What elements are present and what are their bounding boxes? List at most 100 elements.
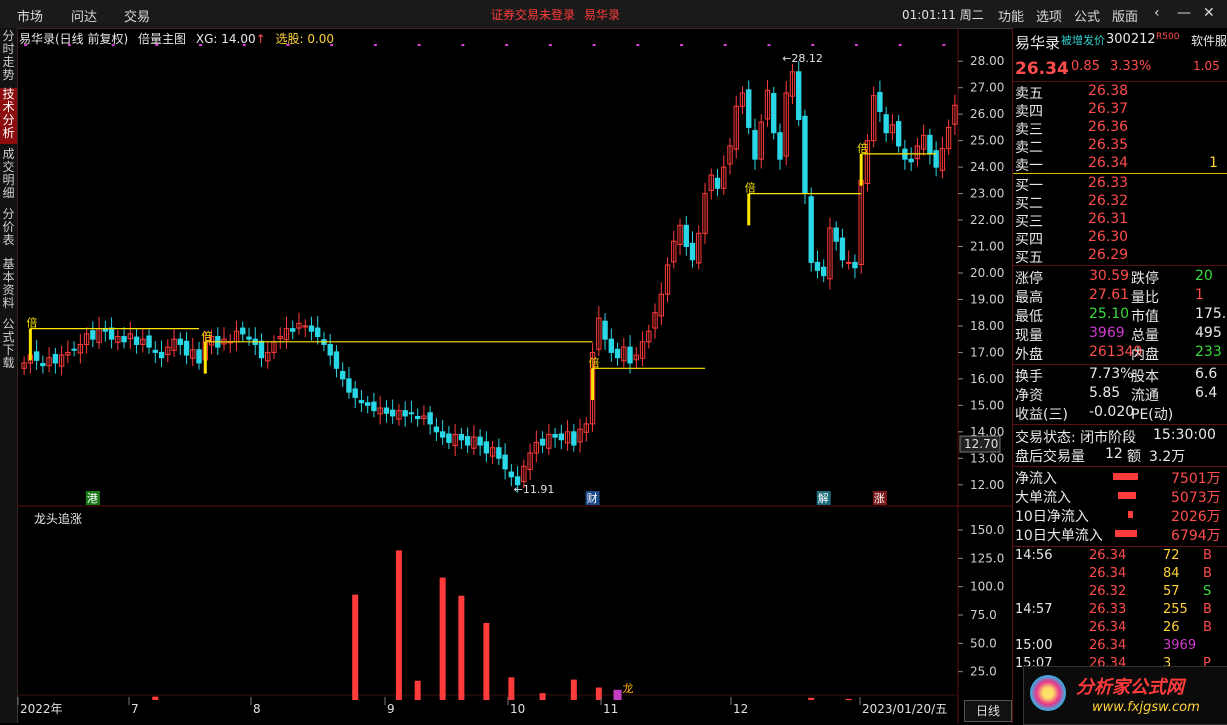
stock-code: 300212 [1106,32,1156,47]
stat-label: 内盘 [1131,347,1159,363]
candle-body [40,363,46,367]
tab-trades[interactable]: 成交明细 [0,148,17,204]
menu-layout[interactable]: 版面 [1112,6,1138,25]
tick-volume: 72 [1163,548,1180,563]
candle-body [714,177,721,189]
logo-url: www.fxjgsw.com [1092,700,1200,715]
stat-label: 净资 [1015,388,1043,404]
separator [1013,265,1227,266]
candle-body [833,227,839,242]
stat-value: 25.10 [1089,306,1130,322]
ask-row: 卖二 26.35 [1013,137,1227,156]
menu-trade[interactable]: 交易 [124,6,150,25]
candle-body [308,325,315,332]
y-tick-label: 15.00 [970,398,1004,412]
candle-body [352,388,358,398]
stat-label: 最高 [1015,290,1043,306]
tab-fundamentals[interactable]: 基本资料 [0,258,17,314]
close-icon[interactable]: ✕ [1203,5,1215,21]
bid-row: 买二 26.32 [1013,193,1227,212]
candle-body [340,370,346,380]
flow-bar [1113,473,1138,480]
tick-price: 26.32 [1089,584,1127,599]
flow-value: 2026万 [1171,509,1221,525]
candle-body [883,114,889,134]
candle-body [433,426,440,433]
tab-technical[interactable]: 技术分析 [0,88,17,144]
bid-price: 26.32 [1088,193,1129,209]
candle-body [52,354,59,364]
y-tick-label: 16.00 [970,372,1004,386]
kline-chart-area[interactable]: 28.00 27.00 26.00 25.00 24.00 23.00 22.00 21.00… [17,28,1012,723]
sub-chart-marker-bar [613,689,622,700]
sub-chart-marker-label: 龙 [623,682,634,695]
candle-body [133,336,140,345]
stat-row: 收益(三) -0.020 PE(动) [1013,404,1227,423]
x-axis-label: 7 [131,702,139,716]
price-tag-value: 12.70 [964,437,998,451]
price-change-pct: 3.33% [1110,59,1152,74]
flow-label: 净流入 [1015,471,1057,487]
sub-indicator-title: 龙头追涨 [34,510,82,527]
menu-options[interactable]: 选项 [1036,6,1062,25]
ask-price: 26.34 [1088,155,1129,171]
tab-formula-download[interactable]: 公式下载 [0,318,17,374]
ask-label: 卖五 [1015,86,1043,102]
tab-intraday[interactable]: 分时走势 [0,30,17,84]
ask-price: 26.35 [1088,137,1129,153]
menu-formula[interactable]: 公式 [1074,6,1100,25]
candle-body [346,378,352,393]
watermark-logo: 分析家公式网 www.fxjgsw.com [1023,666,1227,725]
event-marker-label: 财 [587,491,598,505]
tick-price: 26.34 [1089,638,1127,653]
candle-body [383,407,390,414]
menu-stock-name: 易华录 [584,8,621,22]
tick-row: 14:57 26.33 255 B [1013,602,1227,620]
candle-body [771,93,777,134]
trade-login-warning[interactable]: 证券交易未登录 [491,6,575,23]
candle-body [152,349,158,353]
signal-dot [155,44,159,46]
flow-label: 10日大单流入 [1015,528,1103,544]
candle-body [808,196,814,263]
tab-technical-label: 技术分析 [2,87,15,140]
menu-wenda[interactable]: 问达 [71,6,97,25]
candle-body [558,433,565,441]
menu-market[interactable]: 市场 [17,6,43,25]
candle-body [571,431,577,446]
ask-price: 26.38 [1088,83,1129,99]
tick-row: 26.32 57 S [1013,584,1227,602]
separator [1013,424,1227,425]
stat-label: 市值 [1131,309,1159,325]
candle-body [777,132,783,160]
chevron-left-icon[interactable]: ‹ [1154,5,1160,21]
y-tick-label: 18.00 [970,319,1004,333]
minimize-icon[interactable]: — [1177,5,1191,21]
stat-value: 7.73% [1089,366,1134,382]
tab-trades-label: 成交明细 [2,147,15,200]
tab-price-table[interactable]: 分价表 [0,208,17,252]
signal-dot [636,44,640,46]
bid-label: 买一 [1015,178,1043,194]
stat-value: 1 [1195,287,1204,303]
signal-dot [111,44,115,46]
candle-body [814,261,821,271]
candle-body [508,471,515,478]
last-price: 26.34 [1015,59,1069,79]
flow-row: 10日净流入 2026万 [1013,506,1227,525]
period-button[interactable]: 日线 [964,700,1012,722]
signal-dot [505,44,509,46]
ask-price: 26.37 [1088,101,1129,117]
bid-label: 买五 [1015,250,1043,266]
signal-dot [592,44,596,46]
signal-dot [898,44,902,46]
candle-body [146,335,152,348]
candle-body [371,401,377,412]
flow-bar [1118,492,1137,499]
separator [1013,364,1227,365]
stat-row: 涨停 30.59 跌停 20 [1013,268,1227,287]
signal-dot [286,44,290,46]
tick-price: 26.33 [1089,602,1127,617]
stock-rank: R500 [1156,32,1180,42]
menu-function[interactable]: 功能 [998,6,1024,25]
